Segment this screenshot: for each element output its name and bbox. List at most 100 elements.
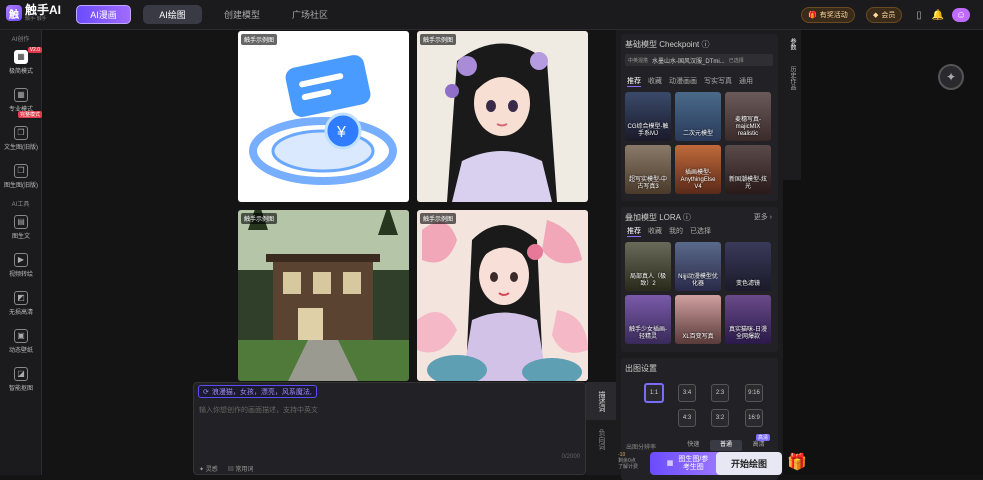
sidebar-item-img2text[interactable]: ▤ 图生文 (0, 208, 42, 246)
sidebar-item-img2img[interactable]: ❐ 图生图(旧版) (0, 157, 42, 195)
copy-icon: ❐ (14, 163, 28, 178)
ratio-9-16[interactable]: 9:16 (745, 384, 763, 402)
nav-ai-draw[interactable]: AI绘图 (143, 5, 202, 24)
sample-image-2[interactable]: 触手示例图 (417, 31, 588, 202)
wallpaper-icon: ▣ (14, 328, 28, 343)
credit-info: -10 剩余0点 了解计费 (618, 452, 648, 475)
nav-create-model[interactable]: 创建模型 (214, 5, 270, 24)
model-name: CG综合模型-触手系MJ (627, 124, 669, 137)
sample-image-1[interactable]: 触手示例图 ¥ (238, 31, 409, 202)
sample-house-art (238, 210, 409, 381)
tab-anime[interactable]: 动漫画画 (669, 76, 697, 87)
img2img-button[interactable]: ▦ 图生图/参考生图 (650, 452, 726, 475)
sample-image-3[interactable]: 触手示例图 (238, 210, 409, 381)
tab-favorites[interactable]: 收藏 (648, 226, 662, 237)
image-icon: ▦ (14, 49, 28, 64)
output-settings-title: 出图设置 (625, 364, 657, 373)
tab-params[interactable]: 参数 (783, 30, 802, 58)
sample-label: 触手示例图 (420, 34, 457, 45)
base-model-title: 基础模型 Checkpoint (625, 40, 700, 49)
ratio-1-1[interactable]: 1:1 (644, 383, 664, 403)
sidebar-item-upscale[interactable]: ◩ 无损高清 (0, 284, 42, 322)
model-card[interactable]: 麦穗写真-majicMIX realistic (725, 92, 771, 141)
lora-card[interactable]: Nijji动漫模型优化器 (675, 242, 721, 291)
sidebar-item-cutout[interactable]: ◪ 智能抠图 (0, 360, 42, 398)
model-card[interactable]: 插画模型-AnythingElse V4 (675, 145, 721, 194)
nav-ai-comic[interactable]: AI漫画 (76, 5, 131, 24)
info-icon[interactable]: ⓘ (683, 213, 691, 222)
speed-hd[interactable]: 高清 (742, 440, 775, 451)
model-card[interactable]: 二次元模型 (675, 92, 721, 141)
vip-label: 会员 (881, 12, 896, 19)
bell-icon[interactable]: 🔔 (931, 8, 945, 22)
tab-recommend[interactable]: 推荐 (627, 76, 641, 87)
prompt-char-count: 0/2000 (561, 454, 580, 460)
model-card[interactable]: 新国潮模型-炫光 (725, 145, 771, 194)
tab-selected[interactable]: 已选择 (690, 226, 711, 237)
prompt-input[interactable]: 输入你想创作的画面描述，支持中英文 (199, 405, 318, 415)
svg-text:¥: ¥ (336, 124, 346, 141)
speed-normal[interactable]: 普通 (709, 440, 743, 451)
sidebar-item-text2img[interactable]: ❐ 文生图(旧版) (0, 119, 42, 157)
ratio-2-3[interactable]: 2:3 (711, 384, 729, 402)
sample-image-4[interactable]: 触手示例图 (417, 210, 588, 381)
model-name: 麦穗写真-majicMIX realistic (735, 117, 761, 137)
speed-selector: 快速 普通 高清 (677, 440, 775, 451)
sidebar-item-video[interactable]: ▶ 视频转绘 (0, 246, 42, 284)
assistant-float-icon[interactable]: ✦ (938, 64, 964, 90)
app-logo[interactable]: 触 触手AI 触手·触手 (6, 4, 61, 22)
sidebar-item-wallpaper[interactable]: ▣ 动态壁纸 (0, 322, 42, 360)
gift-event-button[interactable]: 🎁 有奖活动 (801, 7, 855, 23)
common-words-button[interactable]: ▤ 常用词 (228, 464, 254, 473)
ratio-16-9[interactable]: 16:9 (745, 409, 763, 427)
lora-card[interactable]: 真实猫咪-日漫全网爆款 (725, 295, 771, 344)
lora-card[interactable]: XL百变写真 (675, 295, 721, 344)
refresh-icon[interactable]: ⟳ (203, 388, 209, 396)
lora-more-link[interactable]: 更多 › (754, 212, 772, 222)
inspiration-button[interactable]: ✦ 灵感 (199, 464, 218, 473)
sample-hanfu-girl-art (445, 43, 557, 202)
model-name: 新国潮模型-炫光 (729, 177, 767, 190)
tab-history[interactable]: 历史作品 (783, 58, 802, 98)
credit-billing-link[interactable]: 了解计费 (618, 464, 648, 470)
sample-lotus-girl-art (417, 220, 588, 381)
gift-box-icon[interactable]: 🎁 (786, 452, 808, 474)
sidebar-section-create: AI创作 (11, 37, 30, 43)
left-sidebar: AI创作 ▦ 极简模式 V2.0 ▦ 专业模式 完整模式 ❐ 文生图(旧版) ❐… (0, 30, 42, 475)
nav-community[interactable]: 广场社区 (282, 5, 338, 24)
speed-fast[interactable]: 快速 (677, 440, 710, 451)
phone-icon[interactable]: ▯ (912, 8, 926, 22)
mode-badge: 完整模式 (17, 111, 42, 118)
vip-button[interactable]: ◆ 会员 (866, 7, 903, 23)
tab-favorites[interactable]: 收藏 (648, 76, 662, 87)
lora-card[interactable]: 触手少女插画-轻精灵 (625, 295, 671, 344)
base-model-selector[interactable]: 中英混搭 水墨山水-国风汉服_DTmi... 已选择 (625, 54, 773, 66)
sidebar-item-label: 极简模式 (8, 68, 33, 75)
avatar[interactable]: ☺ (952, 8, 970, 22)
sidebar-item-pro-mode[interactable]: ▦ 专业模式 完整模式 (0, 81, 42, 119)
lora-name: 局部真人（极致）2 (629, 274, 666, 287)
model-card[interactable]: 超写实模型-中古写真3 (625, 145, 671, 194)
prompt-suggestion-chip[interactable]: ⟳ 浪漫猫，女孩，漂亮，风系魔法, (198, 385, 317, 398)
image-icon: ▦ (14, 87, 28, 102)
lora-card[interactable]: 局部真人（极致）2 (625, 242, 671, 291)
info-icon[interactable]: ⓘ (701, 40, 709, 49)
tab-realistic[interactable]: 写实写真 (704, 76, 732, 87)
tab-negative[interactable]: 负向词 (586, 420, 616, 458)
search-hint: 中英混搭 (628, 57, 649, 64)
ratio-3-4[interactable]: 3:4 (678, 384, 696, 402)
sidebar-item-label: 智能抠图 (8, 385, 33, 392)
ratio-4-3[interactable]: 4:3 (678, 409, 696, 427)
tab-general[interactable]: 通用 (739, 76, 753, 87)
tab-describe[interactable]: 描述词 (586, 382, 616, 420)
lora-card[interactable]: 变色滤镜 (725, 242, 771, 291)
cutout-icon: ◪ (14, 366, 28, 381)
start-drawing-button[interactable]: 开始绘图 (716, 452, 782, 475)
tab-mine[interactable]: 我的 (669, 226, 683, 237)
model-card[interactable]: CG综合模型-触手系MJ (625, 92, 671, 141)
lora-grid: 局部真人（极致）2 Nijji动漫模型优化器 变色滤镜 触手少女插画-轻精灵 X… (621, 238, 775, 348)
sidebar-item-simple-mode[interactable]: ▦ 极简模式 V2.0 (0, 43, 42, 81)
ratio-3-2[interactable]: 3:2 (711, 409, 729, 427)
tab-recommend[interactable]: 推荐 (627, 226, 641, 237)
chevron-right-icon: › (769, 214, 772, 221)
